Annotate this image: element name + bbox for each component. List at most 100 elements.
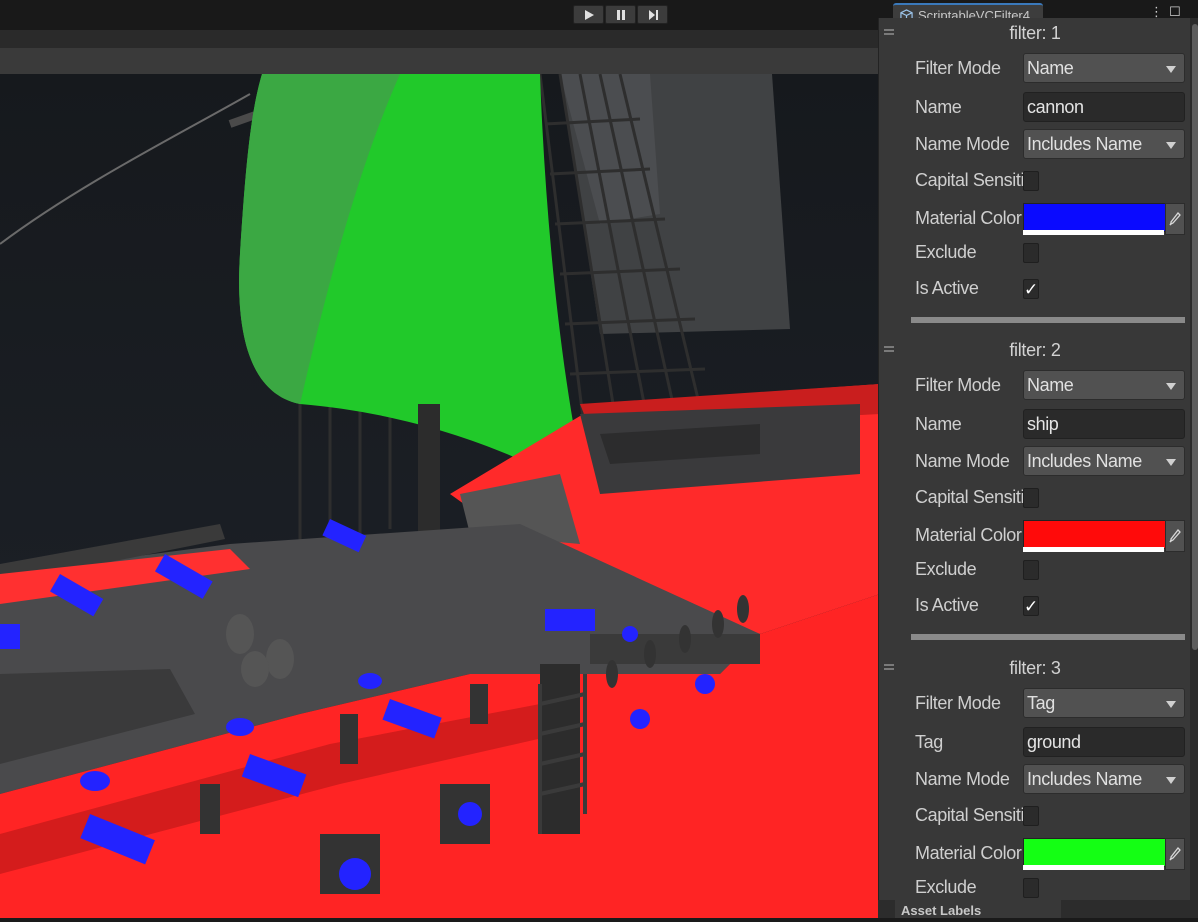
material-color-field[interactable] xyxy=(1023,838,1185,870)
material-color-row: Material Color xyxy=(915,202,1191,235)
name-mode-value: Includes Name xyxy=(1027,769,1142,789)
filter-title: filter: 3 xyxy=(1009,658,1061,678)
name-mode-row: Name Mode Includes Name xyxy=(915,128,1191,160)
name-input[interactable]: cannon xyxy=(1023,92,1185,122)
filter-mode-dropdown[interactable]: Tag xyxy=(1023,688,1185,718)
is-active-checkbox[interactable]: ✓ xyxy=(1023,279,1039,299)
chevron-down-icon xyxy=(1166,383,1176,390)
is-active-label: Is Active xyxy=(915,278,979,298)
material-color-field[interactable] xyxy=(1023,520,1185,552)
filter-mode-row: Filter Mode Tag xyxy=(915,687,1191,719)
name-mode-value: Includes Name xyxy=(1027,451,1142,471)
capital-sensitive-row: Capital Sensitive xyxy=(915,481,1191,513)
filter-mode-label: Filter Mode xyxy=(915,693,1001,713)
asset-labels-header[interactable]: Asset Labels xyxy=(895,900,1061,918)
filter-mode-value: Name xyxy=(1027,58,1074,78)
playmode-controls xyxy=(573,5,668,24)
filter-title: filter: 1 xyxy=(1009,23,1061,43)
exclude-row: Exclude xyxy=(915,871,1191,903)
exclude-label: Exclude xyxy=(915,242,977,262)
material-color-label: Material Color xyxy=(915,843,1022,863)
exclude-row: Exclude xyxy=(915,553,1191,585)
filter-mode-dropdown[interactable]: Name xyxy=(1023,53,1185,83)
capital-sensitive-row: Capital Sensitive xyxy=(915,799,1191,831)
play-icon xyxy=(584,9,594,20)
exclude-checkbox[interactable] xyxy=(1023,560,1039,580)
pause-button[interactable] xyxy=(605,5,636,24)
capital-sensitive-label: Capital Sensitive xyxy=(915,170,1023,190)
capital-sensitive-label: Capital Sensitive xyxy=(915,805,1023,825)
eyedropper-icon xyxy=(1169,529,1181,543)
name-mode-value: Includes Name xyxy=(1027,134,1142,154)
color-swatch[interactable] xyxy=(1023,520,1166,549)
name-mode-label: Name Mode xyxy=(915,451,1010,471)
is-active-checkbox[interactable]: ✓ xyxy=(1023,596,1039,616)
name-mode-label: Name Mode xyxy=(915,134,1010,154)
capital-sensitive-checkbox[interactable] xyxy=(1023,806,1039,826)
tag-label: Tag xyxy=(915,732,943,752)
exclude-label: Exclude xyxy=(915,877,977,897)
filter-mode-row: Filter Mode Name xyxy=(915,52,1191,84)
filter-mode-dropdown[interactable]: Name xyxy=(1023,370,1185,400)
name-input[interactable]: ship xyxy=(1023,409,1185,439)
capital-sensitive-checkbox[interactable] xyxy=(1023,488,1039,508)
filter-mode-label: Filter Mode xyxy=(915,375,1001,395)
inspector-panel: filter: 1 Filter Mode Name Name cannon N… xyxy=(878,18,1191,900)
eyedropper-button[interactable] xyxy=(1165,838,1185,870)
material-color-field[interactable] xyxy=(1023,203,1185,235)
name-mode-row: Name Mode Includes Name xyxy=(915,445,1191,477)
inspector-scrollbar-thumb[interactable] xyxy=(1192,24,1198,650)
name-mode-dropdown[interactable]: Includes Name xyxy=(1023,764,1185,794)
eyedropper-button[interactable] xyxy=(1165,520,1185,552)
capital-sensitive-row: Capital Sensitive xyxy=(915,164,1191,196)
separator xyxy=(911,317,1185,323)
pause-icon xyxy=(616,9,625,20)
exclude-row: Exclude xyxy=(915,236,1191,268)
scene-view-tabbar xyxy=(0,30,880,48)
color-swatch[interactable] xyxy=(1023,838,1166,867)
scene-view-toolbar xyxy=(0,48,880,74)
step-icon xyxy=(648,9,658,20)
eyedropper-icon xyxy=(1169,847,1181,861)
eyedropper-button[interactable] xyxy=(1165,203,1185,235)
tag-input[interactable]: ground xyxy=(1023,727,1185,757)
capital-sensitive-checkbox[interactable] xyxy=(1023,171,1039,191)
name-mode-dropdown[interactable]: Includes Name xyxy=(1023,446,1185,476)
filter-mode-label: Filter Mode xyxy=(915,58,1001,78)
material-color-row: Material Color xyxy=(915,837,1191,870)
eyedropper-icon xyxy=(1169,212,1181,226)
filter-mode-value: Tag xyxy=(1027,693,1055,713)
name-mode-row: Name Mode Includes Name xyxy=(915,763,1191,795)
ship-render xyxy=(0,74,880,918)
alpha-bar xyxy=(1023,230,1164,235)
chevron-down-icon xyxy=(1166,777,1176,784)
exclude-checkbox[interactable] xyxy=(1023,878,1039,898)
name-row: Name cannon xyxy=(915,91,1191,123)
chevron-down-icon xyxy=(1166,701,1176,708)
alpha-bar xyxy=(1023,865,1164,870)
color-swatch[interactable] xyxy=(1023,203,1166,232)
capital-sensitive-label: Capital Sensitive xyxy=(915,487,1023,507)
is-active-label: Is Active xyxy=(915,595,979,615)
name-label: Name xyxy=(915,97,962,117)
name-mode-label: Name Mode xyxy=(915,769,1010,789)
chevron-down-icon xyxy=(1166,459,1176,466)
is-active-row: Is Active ✓ xyxy=(915,589,1191,621)
exclude-checkbox[interactable] xyxy=(1023,243,1039,263)
scene-viewport[interactable] xyxy=(0,74,880,918)
is-active-row: Is Active ✓ xyxy=(915,272,1191,304)
material-color-label: Material Color xyxy=(915,525,1022,545)
separator xyxy=(911,634,1185,640)
material-color-label: Material Color xyxy=(915,208,1022,228)
filter-mode-row: Filter Mode Name xyxy=(915,369,1191,401)
exclude-label: Exclude xyxy=(915,559,977,579)
step-button[interactable] xyxy=(637,5,668,24)
name-label: Name xyxy=(915,414,962,434)
name-row: Name ship xyxy=(915,408,1191,440)
material-color-row: Material Color xyxy=(915,519,1191,552)
filter-mode-value: Name xyxy=(1027,375,1074,395)
name-mode-dropdown[interactable]: Includes Name xyxy=(1023,129,1185,159)
chevron-down-icon xyxy=(1166,66,1176,73)
alpha-bar xyxy=(1023,547,1164,552)
play-button[interactable] xyxy=(573,5,604,24)
